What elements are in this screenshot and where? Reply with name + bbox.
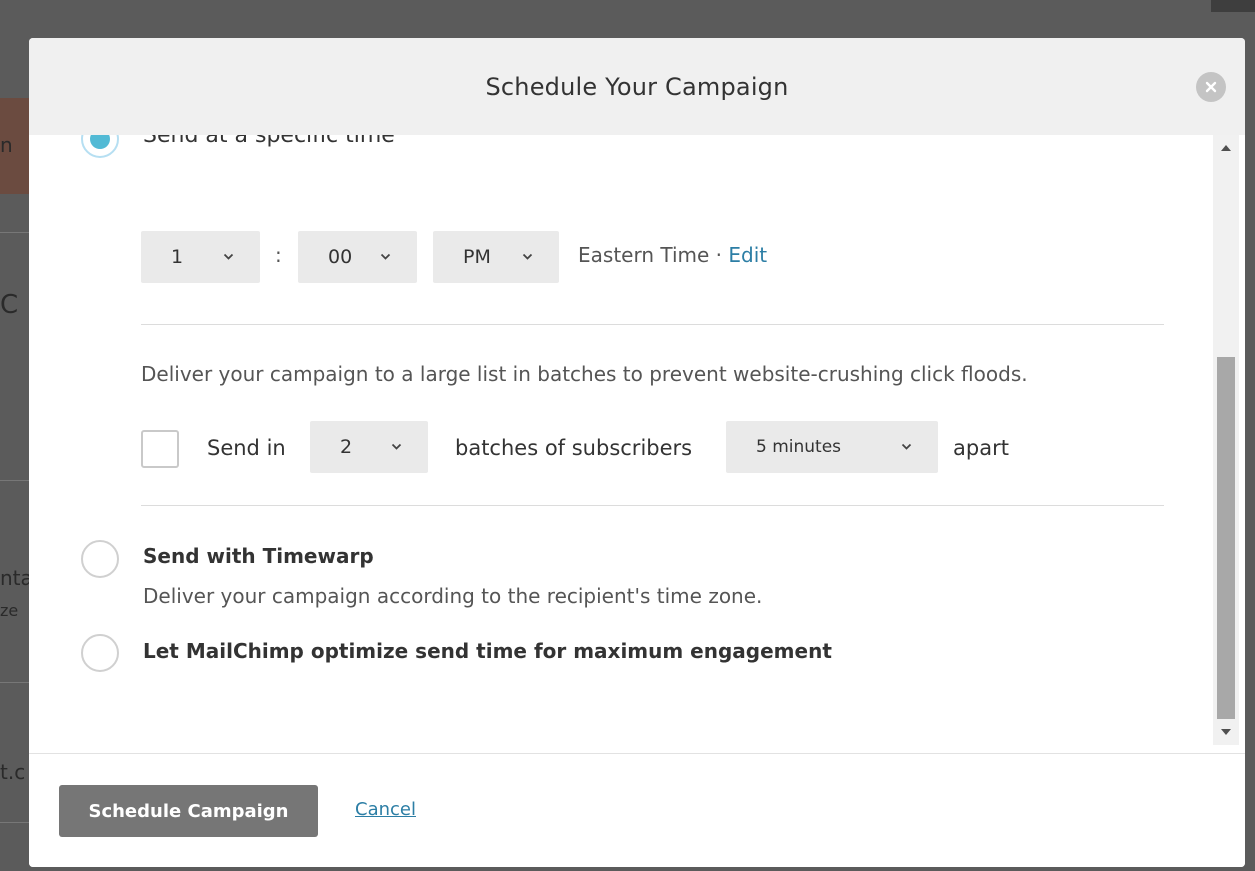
modal-header: Schedule Your Campaign (29, 38, 1245, 135)
timewarp-description: Deliver your campaign according to the r… (143, 584, 763, 608)
modal-body[interactable]: Send at a specific time 1 : 00 PM Easter… (29, 135, 1245, 753)
background-corner (1211, 0, 1255, 12)
scrollbar[interactable] (1213, 135, 1239, 745)
batches-label: batches of subscribers (455, 436, 693, 460)
chevron-down-icon (391, 443, 402, 451)
timezone-info: Eastern Time · Edit (578, 243, 767, 267)
timewarp-label: Send with Timewarp (143, 544, 374, 568)
ampm-select[interactable]: PM (433, 231, 559, 283)
ampm-value: PM (463, 246, 491, 268)
batch-description: Deliver your campaign to a large list in… (141, 362, 1028, 386)
scroll-up-icon[interactable] (1213, 139, 1239, 157)
hour-select[interactable]: 1 (141, 231, 260, 283)
minute-value: 00 (328, 246, 353, 268)
timezone-separator: · (709, 243, 729, 267)
scroll-down-icon[interactable] (1213, 723, 1239, 741)
radio-timewarp[interactable] (81, 540, 119, 578)
cancel-link[interactable]: Cancel (355, 799, 416, 820)
modal-footer: Schedule Campaign Cancel (29, 753, 1245, 867)
optimize-label: Let MailChimp optimize send time for max… (143, 639, 832, 663)
modal-title: Schedule Your Campaign (485, 72, 789, 101)
chevron-down-icon (901, 443, 912, 451)
schedule-campaign-button[interactable]: Schedule Campaign (59, 785, 318, 837)
scroll-thumb[interactable] (1217, 357, 1235, 719)
close-button[interactable] (1196, 72, 1226, 102)
chevron-down-icon (223, 253, 234, 261)
batch-count-select[interactable]: 2 (310, 421, 428, 473)
send-in-label: Send in (207, 436, 286, 460)
section-divider (141, 324, 1164, 325)
minute-select[interactable]: 00 (298, 231, 417, 283)
radio-optimize[interactable] (81, 634, 119, 672)
hour-value: 1 (171, 246, 184, 268)
batch-checkbox[interactable] (141, 430, 179, 468)
batch-interval-select[interactable]: 5 minutes (726, 421, 938, 473)
time-separator: : (275, 243, 282, 267)
chevron-down-icon (522, 253, 533, 261)
edit-timezone-link[interactable]: Edit (728, 243, 767, 267)
specific-time-label: Send at a specific time (143, 135, 395, 148)
radio-specific-time[interactable] (81, 135, 119, 158)
close-icon (1205, 81, 1217, 93)
batch-interval-value: 5 minutes (756, 437, 842, 457)
batch-count-value: 2 (340, 436, 353, 458)
timezone-label: Eastern Time (578, 243, 710, 267)
schedule-modal: Schedule Your Campaign Send at a specifi… (29, 38, 1245, 867)
apart-label: apart (953, 436, 1009, 460)
chevron-down-icon (380, 253, 391, 261)
section-divider (141, 505, 1164, 506)
